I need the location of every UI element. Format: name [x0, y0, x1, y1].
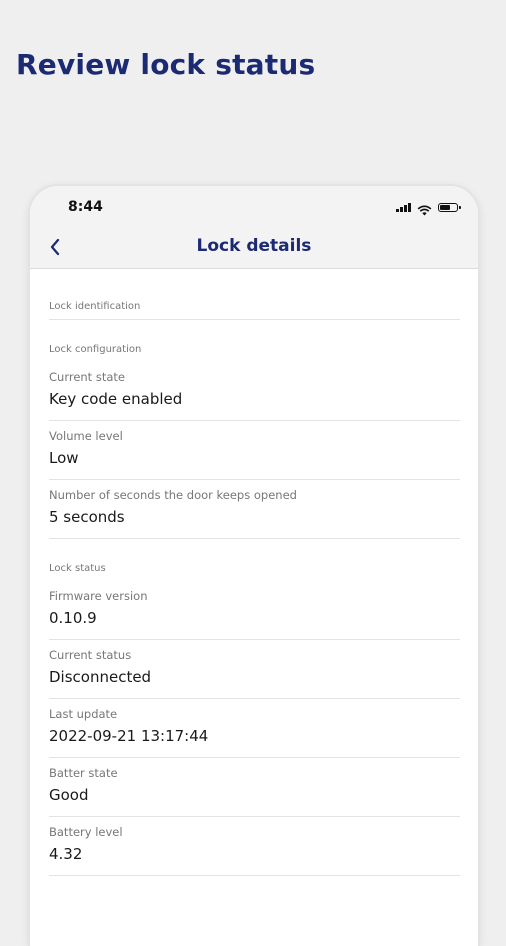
cellular-signal-icon [396, 202, 411, 212]
field-door-open-seconds: Number of seconds the door keeps opened … [49, 480, 460, 539]
field-label: Last update [49, 707, 118, 721]
wifi-icon [417, 201, 432, 216]
field-value: 5 seconds [49, 508, 125, 526]
field-label: Current state [49, 370, 125, 384]
field-current-status: Current status Disconnected [49, 640, 460, 699]
battery-icon [438, 203, 461, 212]
lock-details-list: Lock identification Lock configuration C… [30, 269, 478, 876]
field-label: Current status [49, 648, 132, 662]
field-value: 2022-09-21 13:17:44 [49, 727, 209, 745]
field-value: Key code enabled [49, 390, 183, 408]
navigation-bar: Lock details [30, 226, 478, 269]
phone-frame: 8:44 Lock details Lock identification Lo… [30, 186, 478, 946]
field-label: Battery level [49, 825, 123, 839]
field-value: Good [49, 786, 89, 804]
field-label: Volume level [49, 429, 123, 443]
field-volume-level: Volume level Low [49, 421, 460, 480]
field-value: Disconnected [49, 668, 152, 686]
field-battery-state: Batter state Good [49, 758, 460, 817]
field-last-update: Last update 2022-09-21 13:17:44 [49, 699, 460, 758]
status-time: 8:44 [68, 199, 103, 215]
field-current-state: Current state Key code enabled [49, 362, 460, 421]
promo-title: Review lock status [16, 48, 316, 81]
status-icons [396, 201, 461, 216]
section-header-identification: Lock identification [49, 269, 460, 320]
field-value: 4.32 [49, 845, 83, 863]
field-label: Number of seconds the door keeps opened [49, 488, 297, 502]
page-title: Lock details [196, 236, 312, 256]
field-value: 0.10.9 [49, 609, 97, 627]
field-battery-level: Battery level 4.32 [49, 817, 460, 876]
section-header-status: Lock status [49, 563, 106, 574]
field-value: Low [49, 449, 79, 467]
section-header-configuration: Lock configuration [49, 344, 142, 355]
status-bar: 8:44 [30, 186, 478, 226]
field-firmware-version: Firmware version 0.10.9 [49, 581, 460, 640]
field-label: Batter state [49, 766, 118, 780]
field-label: Firmware version [49, 589, 148, 603]
